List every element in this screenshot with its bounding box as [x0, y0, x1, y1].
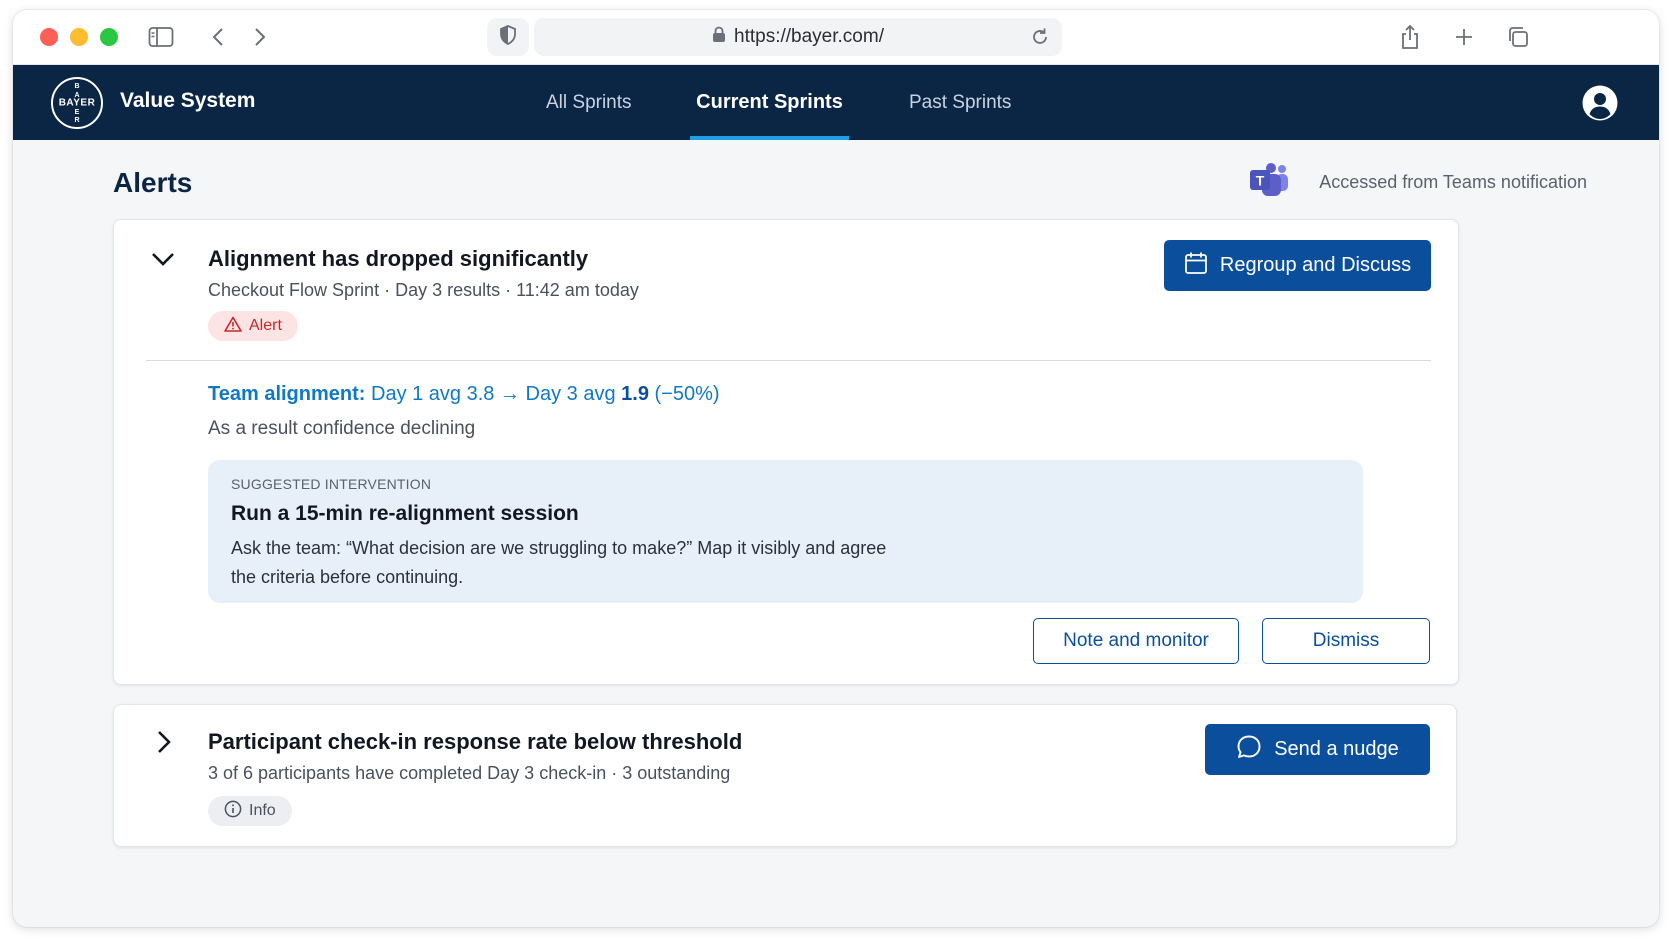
svg-text:T: T: [1256, 172, 1265, 188]
tab-past-sprints[interactable]: Past Sprints: [909, 65, 1011, 140]
chevron-down-icon[interactable]: [150, 246, 176, 272]
button-label: Regroup and Discuss: [1219, 254, 1412, 276]
sidebar-icon[interactable]: [148, 24, 174, 50]
share-icon[interactable]: [1397, 22, 1423, 52]
minimize-window-button[interactable]: [70, 28, 88, 46]
tab-label: Current Sprints: [696, 91, 843, 113]
team-alignment-metric: Team alignment: Day 1 avg 3.8 → Day 3 av…: [208, 383, 720, 406]
close-window-button[interactable]: [40, 28, 58, 46]
intervention-body: Ask the team: “What decision are we stru…: [231, 538, 887, 587]
forward-icon[interactable]: [248, 24, 272, 50]
calendar-icon: [1184, 251, 1208, 281]
app-header: BAYER BAYER Value System All Sprints Cur…: [13, 65, 1659, 140]
app-title: Value System: [120, 89, 256, 112]
status-badge: Alert: [208, 311, 298, 341]
zoom-window-button[interactable]: [100, 28, 118, 46]
teams-icon: T: [1249, 162, 1289, 203]
badge-label: Alert: [249, 317, 282, 334]
active-tab-indicator: [690, 136, 849, 140]
suggested-intervention-panel: SUGGESTED INTERVENTION Run a 15-min re-a…: [208, 460, 1363, 603]
intervention-title: Run a 15-min re-alignment session: [231, 502, 579, 525]
intervention-label: SUGGESTED INTERVENTION: [231, 476, 432, 492]
alert-card: Participant check-in response rate below…: [113, 704, 1457, 847]
tab-all-sprints[interactable]: All Sprints: [546, 65, 632, 140]
metric-label: Team alignment:: [208, 383, 366, 405]
address-bar[interactable]: https://bayer.com/: [534, 18, 1062, 56]
send-a-nudge-button[interactable]: Send a nudge: [1205, 724, 1430, 775]
user-icon[interactable]: [1581, 84, 1619, 122]
warning-icon: [224, 316, 242, 337]
tabs-icon[interactable]: [1505, 24, 1531, 50]
teams-notification-note: T Accessed from Teams notification: [1249, 162, 1587, 203]
new-tab-icon[interactable]: [1451, 24, 1477, 50]
tab-label: Past Sprints: [909, 91, 1012, 113]
teams-note-text: Accessed from Teams notification: [1319, 171, 1587, 192]
badge-label: Info: [249, 802, 276, 819]
bayer-logo[interactable]: BAYER BAYER: [51, 77, 103, 129]
metric-change: (−50%): [654, 383, 720, 405]
tab-label: All Sprints: [546, 91, 632, 113]
logo-cross-letters: BAYER: [74, 83, 80, 124]
alert-title: Alignment has dropped significantly: [208, 246, 589, 271]
dismiss-button[interactable]: Dismiss: [1262, 618, 1430, 664]
alert-card: Alignment has dropped significantly Chec…: [113, 219, 1459, 685]
browser-toolbar: https://bayer.com/: [13, 10, 1659, 65]
shield-icon: [499, 24, 517, 50]
browser-window: https://bayer.com/ BAYER BAYER Value Sys…: [13, 10, 1659, 927]
chat-bubble-icon: [1236, 734, 1262, 766]
tab-current-sprints[interactable]: Current Sprints: [690, 65, 849, 140]
reload-icon[interactable]: [1028, 25, 1052, 49]
regroup-and-discuss-button[interactable]: Regroup and Discuss: [1164, 240, 1431, 291]
chevron-right-icon[interactable]: [150, 729, 176, 755]
metric-value: 1.9: [621, 383, 649, 405]
status-badge: Info: [208, 796, 292, 826]
lock-icon: [712, 26, 726, 49]
page-title: Alerts: [113, 167, 193, 198]
alert-title: Participant check-in response rate below…: [208, 729, 743, 754]
back-icon[interactable]: [206, 24, 230, 50]
info-icon: [224, 800, 242, 823]
alert-meta: Checkout Flow Sprint · Day 3 results · 1…: [208, 280, 639, 300]
alert-meta: 3 of 6 participants have completed Day 3…: [208, 763, 731, 783]
note-and-monitor-button[interactable]: Note and monitor: [1033, 618, 1239, 664]
metric-subtext: As a result confidence declining: [208, 418, 476, 439]
url-text: https://bayer.com/: [734, 26, 884, 47]
metric-trend: Day 1 avg 3.8 → Day 3 avg: [371, 383, 616, 405]
button-label: Send a nudge: [1274, 738, 1399, 760]
privacy-shield-button[interactable]: [487, 18, 529, 56]
divider: [146, 360, 1431, 361]
